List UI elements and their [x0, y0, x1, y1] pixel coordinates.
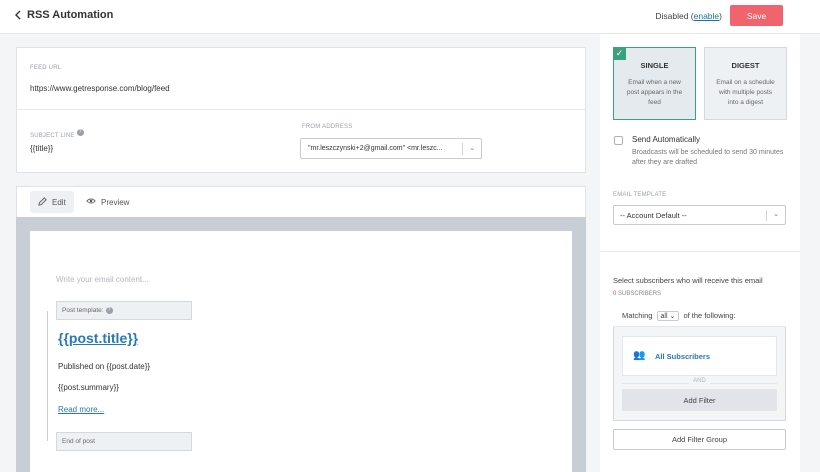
- from-address-label: FROM ADDRESS: [302, 124, 353, 130]
- tab-edit[interactable]: Edit: [30, 191, 74, 213]
- post-template-label[interactable]: Post template:?: [56, 301, 192, 320]
- checkmark-icon: ✓: [613, 47, 626, 60]
- send-automatically-label[interactable]: Send Automatically: [632, 135, 700, 144]
- from-address-select[interactable]: "mr.leszczynski+2@gmail.com" <mr.leszc..…: [300, 138, 482, 159]
- feed-url-value[interactable]: https://www.getresponse.com/blog/feed: [30, 84, 170, 93]
- feed-url-label: FEED URL: [30, 65, 62, 71]
- select-subscribers-info: Select subscribers who will receive this…: [613, 276, 763, 285]
- post-summary-line[interactable]: {{post.summary}}: [58, 383, 119, 392]
- post-date-line[interactable]: Published on {{post.date}}: [58, 362, 150, 371]
- save-button[interactable]: Save: [730, 5, 783, 26]
- matching-select[interactable]: all ⌄: [656, 311, 680, 321]
- send-automatically-checkbox[interactable]: [614, 136, 623, 145]
- email-template-select[interactable]: -- Account Default -- ⌄: [613, 205, 786, 225]
- send-automatically-desc: Broadcasts will be scheduled to send 30 …: [632, 149, 784, 166]
- subject-line-value[interactable]: {{title}}: [30, 144, 53, 153]
- single-desc: Email when a new post appears in the fee…: [626, 79, 683, 106]
- single-option-card[interactable]: ✓ SINGLE Email when a new post appears i…: [613, 47, 696, 120]
- users-icon: 👥: [633, 350, 646, 361]
- digest-option-card[interactable]: DIGEST Email on a schedule with multiple…: [704, 47, 787, 120]
- digest-title: DIGEST: [731, 61, 760, 70]
- subscriber-count: 0 SUBSCRIBERS: [613, 291, 662, 297]
- email-content-placeholder[interactable]: Write your email content...: [56, 275, 149, 284]
- tab-preview[interactable]: Preview: [86, 197, 129, 207]
- add-filter-button[interactable]: Add Filter: [622, 389, 777, 411]
- divider: [16, 109, 586, 110]
- help-icon[interactable]: ?: [76, 129, 84, 137]
- email-template-label: EMAIL TEMPLATE: [613, 192, 667, 198]
- all-subscribers-label: All Subscribers: [655, 352, 711, 361]
- enable-link[interactable]: enable: [694, 11, 720, 21]
- chevron-left-icon: [15, 10, 21, 20]
- single-title: SINGLE: [640, 61, 669, 70]
- chevron-down-icon: ⌄: [669, 313, 676, 320]
- post-title-tag[interactable]: {{post.title}}: [58, 330, 138, 346]
- help-icon[interactable]: ?: [105, 307, 113, 314]
- add-filter-group-button[interactable]: Add Filter Group: [613, 429, 786, 450]
- chevron-down-icon: ⌄: [773, 211, 779, 218]
- and-separator: AND: [622, 378, 777, 388]
- post-template-guide: [47, 311, 48, 441]
- pencil-icon: [38, 196, 47, 208]
- end-of-post-label: End of post: [56, 432, 192, 451]
- all-subscribers-filter[interactable]: 👥 All Subscribers: [622, 336, 777, 376]
- from-address-value: "mr.leszczynski+2@gmail.com" <mr.leszc..…: [308, 145, 443, 152]
- email-template-value: -- Account Default --: [620, 211, 687, 220]
- status-text: Disabled (enable): [655, 11, 722, 21]
- digest-desc: Email on a schedule with multiple posts …: [716, 79, 775, 106]
- matching-row: Matching all ⌄ of the following:: [613, 304, 786, 327]
- chevron-down-icon: ⌄: [469, 145, 475, 152]
- subject-line-label-group: SUBJECT LINE?: [30, 124, 84, 142]
- subject-line-label: SUBJECT LINE: [30, 133, 75, 139]
- eye-icon: [86, 197, 96, 207]
- read-more-link[interactable]: Read more...: [58, 405, 104, 414]
- top-bar: RSS Automation Disabled (enable) Save: [0, 0, 820, 34]
- page-title: RSS Automation: [27, 9, 114, 21]
- back-link[interactable]: RSS Automation: [14, 9, 113, 21]
